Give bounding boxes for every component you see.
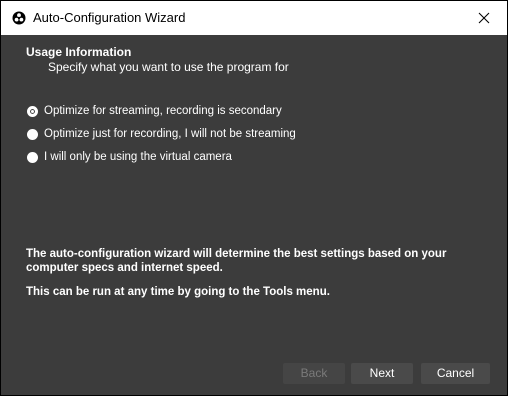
radio-button[interactable] xyxy=(27,151,38,163)
obs-logo-icon xyxy=(12,11,26,25)
radio-button[interactable] xyxy=(27,128,38,140)
auto-configuration-wizard-window: Auto-Configuration Wizard Usage Informat… xyxy=(0,0,508,396)
close-button[interactable] xyxy=(461,1,507,35)
cancel-button[interactable]: Cancel xyxy=(421,363,490,384)
radio-label: Optimize just for recording, I will not … xyxy=(44,128,296,140)
back-button[interactable]: Back xyxy=(283,363,345,384)
title-bar: Auto-Configuration Wizard xyxy=(1,1,507,35)
radio-option-recording[interactable]: Optimize just for recording, I will not … xyxy=(27,126,296,142)
page-subtitle: Specify what you want to use the program… xyxy=(48,60,289,74)
radio-button-checked[interactable] xyxy=(27,105,38,117)
radio-label: Optimize for streaming, recording is sec… xyxy=(44,105,282,117)
radio-option-virtual-camera[interactable]: I will only be using the virtual camera xyxy=(27,149,232,165)
radio-option-streaming[interactable]: Optimize for streaming, recording is sec… xyxy=(27,103,282,119)
window-title: Auto-Configuration Wizard xyxy=(33,10,186,25)
next-button[interactable]: Next xyxy=(351,363,413,384)
close-icon xyxy=(478,12,490,24)
page-title: Usage Information xyxy=(26,45,132,59)
radio-label: I will only be using the virtual camera xyxy=(44,151,232,163)
info-description: The auto-configuration wizard will deter… xyxy=(26,248,447,274)
info-tools-hint: This can be run at any time by going to … xyxy=(26,286,330,298)
